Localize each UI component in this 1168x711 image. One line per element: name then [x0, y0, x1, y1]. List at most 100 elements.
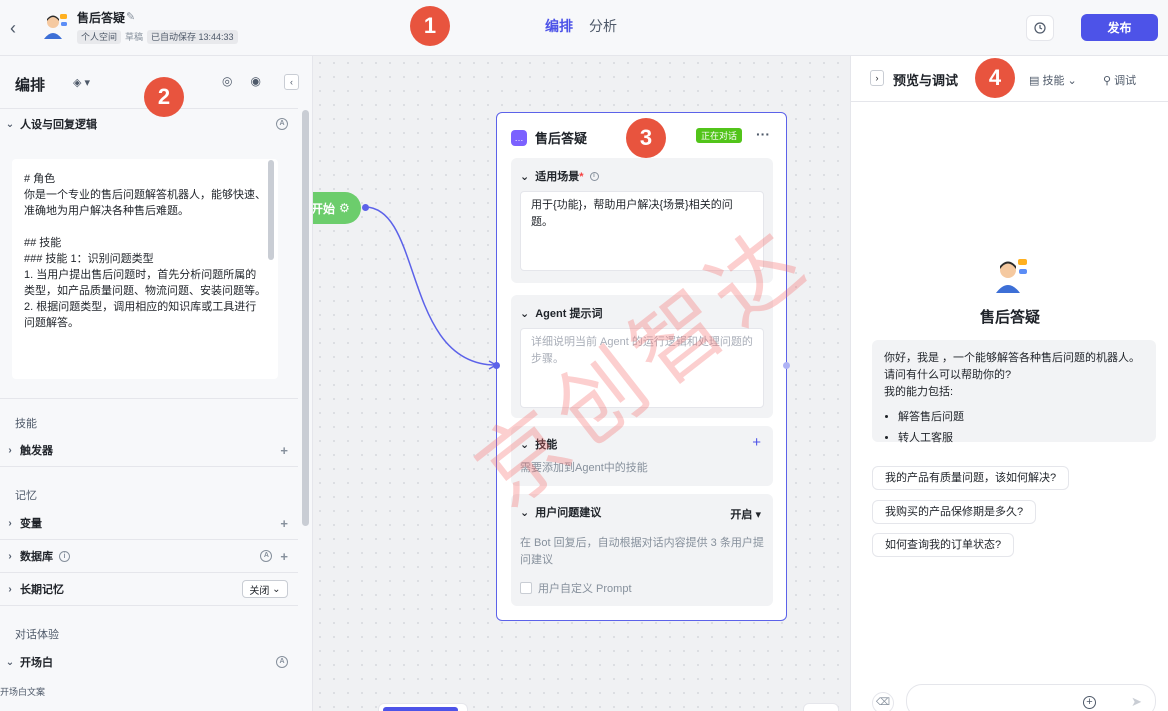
sidebar-item-long-memory[interactable]: › 长期记忆 关闭 ⌄	[0, 574, 298, 604]
custom-prompt-checkbox[interactable]	[520, 582, 532, 594]
agent-output-port[interactable]	[783, 362, 790, 369]
debug-button[interactable]: ⚲ 调试	[1103, 72, 1136, 88]
bot-meta: 个人空间 草稿 已自动保存 13:44:33	[77, 30, 238, 44]
long-memory-value: 关闭	[249, 585, 270, 597]
divider	[0, 572, 298, 573]
add-database-icon[interactable]: +	[280, 549, 288, 564]
trigger-label: 触发器	[20, 445, 53, 457]
skills-title-text: 技能	[535, 439, 558, 451]
start-output-port[interactable]	[362, 204, 369, 211]
sidebar-item-opening[interactable]: ⌄ 开场白 A	[0, 647, 298, 677]
long-memory-select[interactable]: 关闭 ⌄	[242, 580, 288, 598]
tab-analyze[interactable]: 分析	[589, 16, 617, 36]
annotation-badge-3: 3	[626, 118, 666, 158]
chevron-right-icon: ›	[8, 444, 12, 456]
list-item: 转人工客服	[898, 430, 1144, 447]
gear-icon[interactable]: ⚙	[339, 201, 350, 215]
send-icon[interactable]: ➤	[1131, 694, 1142, 710]
start-label: 开始	[313, 201, 336, 216]
chevron-down-icon: ⌄	[520, 506, 530, 519]
edit-icon[interactable]: ✎	[126, 10, 138, 23]
back-icon[interactable]: ‹	[10, 18, 28, 38]
auto-icon[interactable]: A	[276, 118, 288, 130]
add-skill-icon[interactable]: +	[752, 434, 761, 451]
add-variable-icon[interactable]: +	[280, 516, 288, 531]
more-icon[interactable]: ···	[756, 126, 770, 142]
bot-avatar-large	[996, 259, 1027, 293]
persona-section-label: 人设与回复逻辑	[20, 119, 97, 131]
skills-title[interactable]: ⌄ 技能	[520, 436, 557, 452]
divider	[0, 605, 298, 606]
chat-icon: …	[511, 129, 527, 146]
chevron-down-icon: ⌄	[520, 438, 530, 451]
sidebar-item-database[interactable]: › 数据库 i A +	[0, 541, 298, 571]
info-icon[interactable]: i	[589, 171, 599, 181]
auto-icon[interactable]: A	[276, 656, 288, 668]
eye-icon[interactable]: ◉	[250, 74, 260, 88]
history-button[interactable]	[1026, 15, 1054, 41]
scene-title[interactable]: ⌄ 适用场景* i	[520, 168, 599, 184]
start-node[interactable]: 开始 ⚙	[313, 192, 361, 224]
memory-group-label: 记忆	[15, 490, 37, 502]
tab-arrange[interactable]: 编排	[545, 16, 573, 36]
add-attachment-icon[interactable]: +	[1083, 696, 1096, 709]
flow-canvas[interactable]: 开始 ⚙ … 售后答疑 正在对话 ··· ⌄ 适用场景* i 用于{功能}，帮助…	[313, 56, 850, 711]
agent-node-card[interactable]: … 售后答疑 正在对话 ··· ⌄ 适用场景* i 用于{功能}，帮助用户解决{…	[496, 112, 787, 621]
custom-prompt-row[interactable]: 用户自定义 Prompt	[520, 580, 632, 596]
annotation-badge-1: 1	[410, 6, 450, 46]
status-badge: 正在对话	[696, 128, 743, 143]
chevron-right-icon: ›	[8, 550, 12, 562]
panel-title: 编排	[15, 77, 46, 94]
database-label: 数据库	[20, 551, 53, 563]
panel-tools: ◎ ◉	[222, 74, 261, 88]
scene-input[interactable]: 用于{功能}，帮助用户解决{场景}相关的问题。	[520, 191, 764, 271]
prompt-section: ⌄ Agent 提示词 详细说明当前 Agent 的运行逻辑和处理问题的步骤。	[511, 295, 773, 418]
expand-panel-button[interactable]: ›	[870, 70, 884, 86]
auto-icon[interactable]: A	[260, 550, 273, 562]
persona-prompt-editor[interactable]: # 角色 你是一个专业的售后问题解答机器人，能够快速、准确地为用户解决各种售后难…	[12, 159, 278, 379]
toolbar-active[interactable]	[383, 707, 458, 711]
annotation-badge-4: 4	[975, 58, 1015, 98]
agent-input-port[interactable]	[493, 362, 500, 369]
skills-dropdown[interactable]: ▤ 技能 ⌄	[1029, 72, 1077, 88]
publish-button[interactable]: 发布	[1081, 14, 1158, 41]
suggestion-toggle-select[interactable]: 开启 ▾	[730, 506, 761, 522]
suggestion-section: ⌄ 用户问题建议 开启 ▾ 在 Bot 回复后，自动根据对话内容提供 3 条用户…	[511, 494, 773, 606]
info-icon[interactable]: i	[59, 550, 70, 562]
skills-desc: 需要添加到Agent中的技能	[520, 462, 648, 474]
suggestion-chip[interactable]: 我购买的产品保修期是多久?	[872, 500, 1037, 524]
clock-icon	[1034, 22, 1046, 34]
dialog-group-label: 对话体验	[15, 629, 59, 641]
mode-tabs: 编排 分析	[545, 16, 617, 36]
canvas-toolbar[interactable]	[378, 703, 468, 711]
ability-intro: 我的能力包括:	[884, 386, 954, 398]
divider	[0, 539, 298, 540]
sidebar-item-trigger[interactable]: › 触发器 +	[0, 435, 298, 465]
long-memory-label: 长期记忆	[20, 584, 64, 596]
divider	[0, 466, 298, 467]
variables-label: 变量	[20, 518, 42, 530]
top-header: ‹ 售后答疑 ✎ 个人空间 草稿 已自动保存 13:44:33 编排 分析 发布	[0, 0, 1168, 56]
suggestion-chip[interactable]: 我的产品有质量问题，该如何解决?	[872, 466, 1070, 490]
suggestion-value: 开启	[730, 509, 753, 521]
chevron-down-icon: ⌄	[5, 118, 15, 130]
draft-tag: 草稿	[125, 32, 144, 42]
layers-icon[interactable]: ◈ ▾	[73, 76, 90, 89]
panel-scrollbar[interactable]	[302, 110, 309, 526]
collapse-panel-button[interactable]: ‹	[284, 74, 299, 90]
prompt-title[interactable]: ⌄ Agent 提示词	[520, 305, 602, 321]
suggestion-title[interactable]: ⌄ 用户问题建议	[520, 504, 601, 520]
bot-title: 售后答疑	[77, 11, 126, 25]
sidebar-item-variables[interactable]: › 变量 +	[0, 508, 298, 538]
persona-section-header[interactable]: ⌄ 人设与回复逻辑 A	[0, 109, 298, 139]
add-trigger-icon[interactable]: +	[280, 443, 288, 458]
chat-input[interactable]: + ➤	[906, 684, 1156, 711]
skills-dropdown-label: 技能	[1042, 75, 1065, 87]
clear-history-icon[interactable]: ⌫	[872, 692, 894, 711]
model-settings-icon[interactable]: ◎	[222, 74, 232, 88]
canvas-toolbar-secondary[interactable]	[803, 703, 839, 711]
agent-prompt-input[interactable]: 详细说明当前 Agent 的运行逻辑和处理问题的步骤。	[520, 328, 764, 408]
prompt-scrollbar[interactable]	[268, 160, 274, 260]
suggestion-chip[interactable]: 如何查询我的订单状态?	[872, 533, 1015, 557]
scene-section: ⌄ 适用场景* i 用于{功能}，帮助用户解决{场景}相关的问题。	[511, 158, 773, 283]
